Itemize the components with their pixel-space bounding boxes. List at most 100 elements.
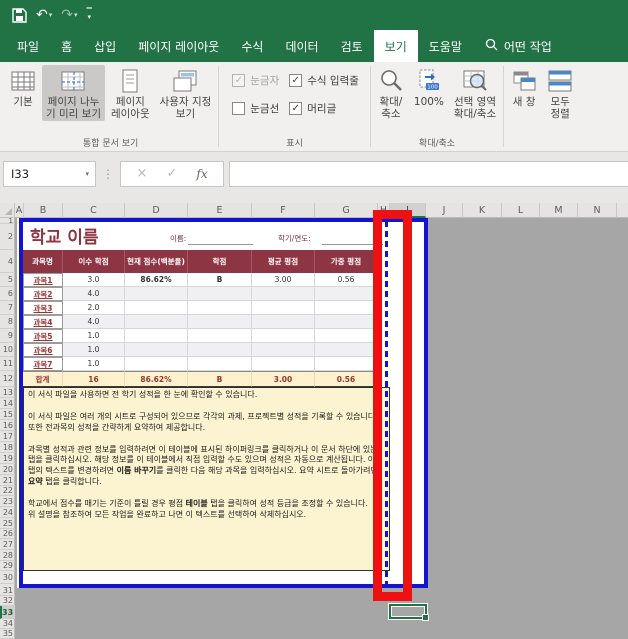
cell[interactable] bbox=[188, 329, 252, 343]
row-header[interactable]: 25 bbox=[0, 518, 15, 529]
row-header[interactable]: 12 bbox=[0, 371, 15, 387]
row-header-33[interactable]: 33 bbox=[0, 606, 15, 619]
cell[interactable] bbox=[252, 357, 315, 371]
row-header[interactable]: 24 bbox=[0, 507, 15, 518]
cell[interactable] bbox=[252, 301, 315, 315]
cell[interactable] bbox=[252, 315, 315, 329]
subject-link[interactable]: 과목2 bbox=[23, 287, 63, 301]
total-cell[interactable]: 0.56 bbox=[315, 371, 378, 387]
column-header-a[interactable]: A bbox=[15, 203, 24, 218]
cell[interactable]: 4.0 bbox=[63, 315, 125, 329]
row-header[interactable]: 20 bbox=[0, 464, 15, 475]
column-header-m[interactable]: M bbox=[540, 203, 578, 218]
row-header[interactable]: 26 bbox=[0, 529, 15, 539]
cell[interactable]: 3.0 bbox=[63, 273, 125, 287]
tab-page-layout[interactable]: 페이지 레이아웃 bbox=[127, 30, 230, 62]
row-header[interactable]: 35 bbox=[0, 629, 15, 639]
cell[interactable] bbox=[315, 357, 378, 371]
cell[interactable] bbox=[188, 287, 252, 301]
column-header-c[interactable]: C bbox=[63, 203, 125, 218]
tab-insert[interactable]: 삽입 bbox=[83, 30, 127, 62]
row-header[interactable]: 27 bbox=[0, 539, 15, 550]
redo-button[interactable]: ↷ ▾ bbox=[61, 8, 77, 22]
sheet-canvas[interactable]: 학교 이름 이름: 학기/연도: 과목명 이수 학점 현재 점수(백분율) 학점… bbox=[15, 210, 628, 639]
column-header-n[interactable]: N bbox=[578, 203, 617, 218]
cell[interactable]: 2.0 bbox=[63, 301, 125, 315]
row-header[interactable]: 11 bbox=[0, 357, 15, 371]
tab-formulas[interactable]: 수식 bbox=[230, 30, 274, 62]
row-header[interactable]: 32 bbox=[0, 596, 15, 606]
column-header-j[interactable]: J bbox=[426, 203, 463, 218]
row-header[interactable]: 31 bbox=[0, 586, 15, 596]
normal-view-button[interactable]: 기본 bbox=[6, 65, 40, 110]
cell[interactable]: B bbox=[188, 273, 252, 287]
tab-help[interactable]: 도움말 bbox=[418, 30, 473, 62]
tab-review[interactable]: 검토 bbox=[330, 30, 374, 62]
column-header-e[interactable]: E bbox=[188, 203, 252, 218]
cell[interactable] bbox=[188, 357, 252, 371]
checkbox-headings[interactable]: ✓ 머리글 bbox=[289, 101, 359, 116]
row-header[interactable]: 28 bbox=[0, 550, 15, 561]
cell[interactable] bbox=[188, 301, 252, 315]
redo-dropdown-icon[interactable]: ▾ bbox=[74, 11, 78, 19]
custom-views-button[interactable]: 사용자 지정 보기 bbox=[156, 65, 216, 121]
total-cell[interactable]: 3.00 bbox=[252, 371, 315, 387]
row-header[interactable]: 30 bbox=[0, 571, 15, 584]
row-header[interactable]: 7 bbox=[0, 301, 15, 315]
cell[interactable] bbox=[315, 301, 378, 315]
cell[interactable]: 1.0 bbox=[63, 329, 125, 343]
select-all-corner[interactable] bbox=[0, 203, 15, 218]
undo-dropdown-icon[interactable]: ▾ bbox=[49, 11, 53, 19]
subject-link[interactable]: 과목6 bbox=[23, 343, 63, 357]
column-header-k[interactable]: K bbox=[463, 203, 502, 218]
arrange-all-button[interactable]: 모두 정렬 bbox=[543, 65, 577, 121]
total-cell[interactable]: 16 bbox=[63, 371, 125, 387]
cell[interactable] bbox=[125, 287, 188, 301]
row-header[interactable]: 19 bbox=[0, 453, 15, 464]
row-header[interactable]: 6 bbox=[0, 287, 15, 301]
page-layout-view-button[interactable]: 페이지 레이아웃 bbox=[107, 65, 154, 121]
cell[interactable] bbox=[252, 287, 315, 301]
undo-button[interactable]: ↶ ▾ bbox=[36, 8, 52, 22]
row-header[interactable]: 8 bbox=[0, 315, 15, 329]
tab-view[interactable]: 보기 bbox=[373, 30, 418, 62]
zoom-100-button[interactable]: 100 100% bbox=[410, 65, 448, 110]
row-header[interactable]: 23 bbox=[0, 496, 15, 507]
name-box-dropdown-icon[interactable]: ▾ bbox=[85, 170, 89, 178]
cell[interactable] bbox=[315, 315, 378, 329]
row-header[interactable]: 29 bbox=[0, 561, 15, 571]
name-box[interactable]: I33 ▾ bbox=[3, 160, 96, 187]
enter-icon[interactable]: ✓ bbox=[157, 166, 187, 181]
cell[interactable] bbox=[125, 329, 188, 343]
total-cell[interactable]: B bbox=[188, 371, 252, 387]
new-window-button[interactable]: 새 창 bbox=[507, 65, 541, 110]
cell[interactable] bbox=[125, 343, 188, 357]
column-header-d[interactable]: D bbox=[125, 203, 188, 218]
subject-link[interactable]: 과목7 bbox=[23, 357, 63, 371]
row-header[interactable]: 18 bbox=[0, 442, 15, 453]
cell[interactable] bbox=[125, 315, 188, 329]
cell[interactable] bbox=[125, 357, 188, 371]
cell[interactable] bbox=[252, 329, 315, 343]
row-header[interactable]: 2 bbox=[0, 224, 15, 250]
formula-input[interactable] bbox=[229, 160, 628, 187]
zoom-button[interactable]: 확대/축소 bbox=[374, 65, 408, 121]
cell[interactable] bbox=[252, 343, 315, 357]
row-header[interactable]: 17 bbox=[0, 431, 15, 442]
column-header-g[interactable]: G bbox=[315, 203, 378, 218]
active-cell-selection[interactable] bbox=[389, 604, 429, 621]
checkbox-gridlines[interactable]: 눈금선 bbox=[232, 101, 279, 116]
tab-home[interactable]: 홈 bbox=[50, 30, 83, 62]
row-header[interactable]: 5 bbox=[0, 273, 15, 287]
subject-link[interactable]: 과목3 bbox=[23, 301, 63, 315]
row-header[interactable]: 4 bbox=[0, 250, 15, 273]
column-header-f[interactable]: F bbox=[252, 203, 315, 218]
cell[interactable] bbox=[315, 329, 378, 343]
checkbox-formula-bar[interactable]: ✓ 수식 입력줄 bbox=[289, 73, 359, 88]
cell[interactable]: 86.62% bbox=[125, 273, 188, 287]
row-header[interactable]: 13 bbox=[0, 387, 15, 398]
cell[interactable] bbox=[315, 287, 378, 301]
cell[interactable] bbox=[188, 315, 252, 329]
row-header[interactable]: 15 bbox=[0, 409, 15, 420]
row-header[interactable]: 16 bbox=[0, 420, 15, 431]
